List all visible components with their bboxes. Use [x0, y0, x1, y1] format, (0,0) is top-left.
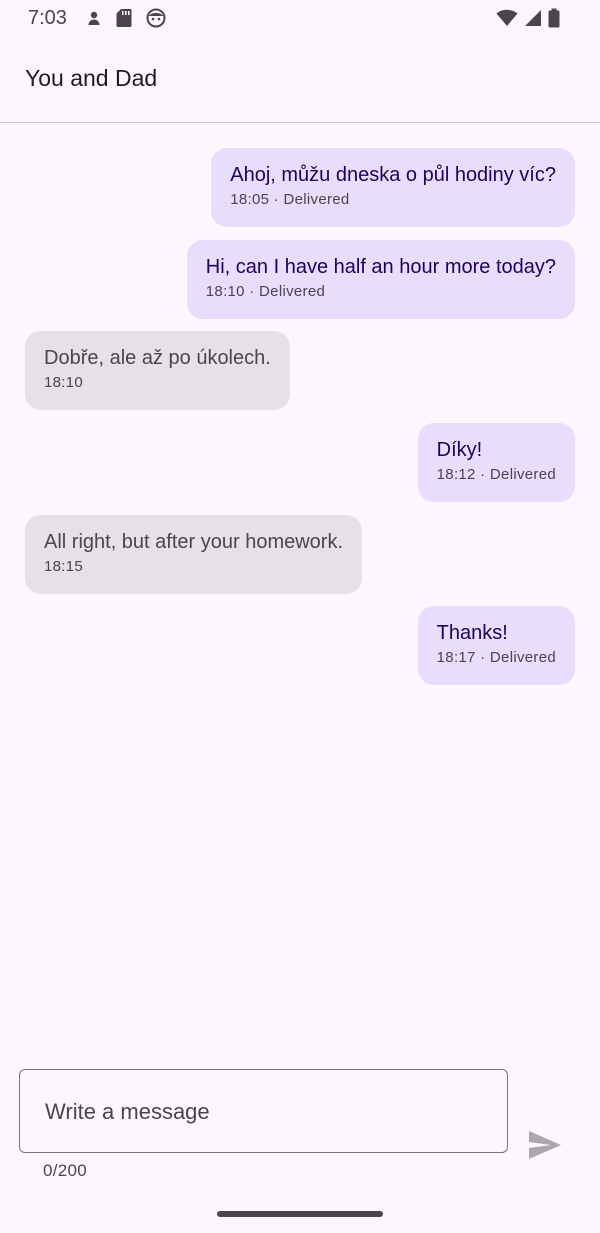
status-icons-right — [496, 8, 560, 33]
face-icon — [146, 8, 166, 33]
message-meta: 18:15 — [44, 558, 84, 575]
message-bubble-received[interactable]: Dobře, ale až po úkolech. 18:10 — [25, 331, 290, 410]
signal-icon — [524, 9, 542, 32]
message-meta: 18:17 · Delivered — [436, 649, 556, 666]
status-time: 7:03 — [28, 7, 67, 29]
status-bar: 7:03 — [0, 0, 600, 38]
person-icon — [86, 10, 102, 31]
wifi-icon — [496, 9, 518, 32]
sd-card-icon — [116, 8, 132, 33]
message-meta: 18:10 · Delivered — [205, 283, 326, 300]
message-text: Dobře, ale až po úkolech. — [44, 347, 271, 369]
send-button[interactable] — [524, 1128, 566, 1166]
message-input[interactable] — [43, 1094, 487, 1130]
message-text: Díky! — [436, 439, 483, 461]
send-icon — [528, 1130, 562, 1165]
message-meta: 18:12 · Delivered — [436, 466, 556, 483]
message-bubble-sent[interactable]: Thanks! 18:17 · Delivered — [417, 606, 575, 685]
message-text: Ahoj, můžu dneska o půl hodiny víc? — [230, 164, 556, 186]
message-text: Thanks! — [436, 622, 508, 644]
message-text: All right, but after your homework. — [44, 531, 344, 553]
battery-icon — [548, 8, 560, 33]
char-counter: 0/200 — [43, 1161, 88, 1180]
status-icons-left — [86, 8, 166, 33]
message-meta: 18:10 — [44, 374, 84, 391]
gesture-navigation-handle[interactable] — [217, 1211, 383, 1217]
message-text: Hi, can I have half an hour more today? — [205, 256, 556, 278]
message-bubble-sent[interactable]: Díky! 18:12 · Delivered — [417, 423, 575, 502]
message-meta: 18:05 · Delivered — [230, 191, 350, 208]
message-bubble-received[interactable]: All right, but after your homework. 18:1… — [25, 515, 363, 594]
message-bubble-sent[interactable]: Hi, can I have half an hour more today? … — [186, 240, 575, 319]
message-bubble-sent[interactable]: Ahoj, můžu dneska o půl hodiny víc? 18:0… — [211, 148, 575, 227]
conversation-title: You and Dad — [25, 65, 158, 91]
app-bar: You and Dad — [0, 38, 600, 123]
message-input-box[interactable] — [19, 1069, 508, 1153]
